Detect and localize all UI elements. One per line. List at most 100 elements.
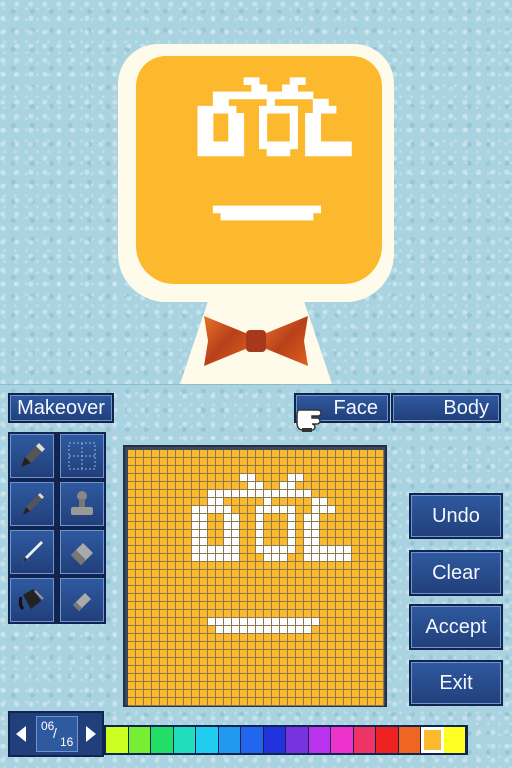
grid-cell[interactable]	[312, 538, 319, 545]
grid-cell[interactable]	[152, 610, 159, 617]
grid-cell[interactable]	[336, 490, 343, 497]
grid-cell[interactable]	[208, 634, 215, 641]
grid-cell[interactable]	[328, 530, 335, 537]
grid-cell[interactable]	[248, 666, 255, 673]
grid-cell[interactable]	[336, 578, 343, 585]
grid-cell[interactable]	[312, 554, 319, 561]
grid-cell[interactable]	[256, 546, 263, 553]
grid-cell[interactable]	[288, 514, 295, 521]
grid-cell[interactable]	[368, 578, 375, 585]
grid-cell[interactable]	[152, 554, 159, 561]
grid-cell[interactable]	[144, 618, 151, 625]
grid-cell[interactable]	[176, 554, 183, 561]
grid-cell[interactable]	[296, 610, 303, 617]
grid-cell[interactable]	[312, 586, 319, 593]
grid-cell[interactable]	[224, 602, 231, 609]
grid-cell[interactable]	[280, 530, 287, 537]
grid-cell[interactable]	[280, 610, 287, 617]
grid-cell[interactable]	[376, 466, 383, 473]
grid-cell[interactable]	[304, 666, 311, 673]
grid-cell[interactable]	[168, 466, 175, 473]
grid-cell[interactable]	[344, 634, 351, 641]
grid-cell[interactable]	[352, 514, 359, 521]
grid-cell[interactable]	[192, 538, 199, 545]
grid-cell[interactable]	[152, 634, 159, 641]
grid-cell[interactable]	[208, 650, 215, 657]
grid-cell[interactable]	[208, 666, 215, 673]
grid-cell[interactable]	[136, 482, 143, 489]
grid-cell[interactable]	[328, 482, 335, 489]
grid-cell[interactable]	[168, 642, 175, 649]
grid-cell[interactable]	[184, 506, 191, 513]
grid-cell[interactable]	[136, 562, 143, 569]
grid-cell[interactable]	[168, 666, 175, 673]
grid-cell[interactable]	[304, 482, 311, 489]
grid-cell[interactable]	[256, 626, 263, 633]
grid-cell[interactable]	[264, 642, 271, 649]
grid-cell[interactable]	[208, 642, 215, 649]
grid-cell[interactable]	[184, 634, 191, 641]
grid-cell[interactable]	[344, 450, 351, 457]
grid-cell[interactable]	[352, 594, 359, 601]
grid-cell[interactable]	[248, 650, 255, 657]
grid-cell[interactable]	[352, 474, 359, 481]
tool-eraser-thin[interactable]	[60, 578, 104, 622]
grid-cell[interactable]	[296, 626, 303, 633]
grid-cell[interactable]	[352, 658, 359, 665]
grid-cell[interactable]	[360, 674, 367, 681]
grid-cell[interactable]	[128, 674, 135, 681]
grid-cell[interactable]	[128, 450, 135, 457]
grid-cell[interactable]	[176, 650, 183, 657]
grid-cell[interactable]	[360, 498, 367, 505]
grid-cell[interactable]	[144, 570, 151, 577]
makeover-tab[interactable]: Makeover	[8, 393, 114, 423]
grid-cell[interactable]	[272, 514, 279, 521]
grid-cell[interactable]	[136, 682, 143, 689]
grid-cell[interactable]	[256, 642, 263, 649]
grid-cell[interactable]	[336, 626, 343, 633]
grid-cell[interactable]	[216, 602, 223, 609]
grid-cell[interactable]	[288, 594, 295, 601]
grid-cell[interactable]	[312, 698, 319, 705]
grid-cell[interactable]	[368, 682, 375, 689]
grid-cell[interactable]	[296, 482, 303, 489]
grid-cell[interactable]	[128, 490, 135, 497]
grid-cell[interactable]	[248, 530, 255, 537]
grid-cell[interactable]	[144, 586, 151, 593]
grid-cell[interactable]	[304, 506, 311, 513]
tool-paint-bucket[interactable]	[10, 578, 54, 622]
grid-cell[interactable]	[184, 546, 191, 553]
grid-cell[interactable]	[160, 682, 167, 689]
grid-cell[interactable]	[192, 666, 199, 673]
grid-cell[interactable]	[296, 578, 303, 585]
grid-cell[interactable]	[208, 450, 215, 457]
grid-cell[interactable]	[280, 458, 287, 465]
grid-cell[interactable]	[288, 570, 295, 577]
grid-cell[interactable]	[360, 514, 367, 521]
grid-cell[interactable]	[144, 690, 151, 697]
color-swatch[interactable]	[196, 727, 219, 753]
grid-cell[interactable]	[128, 698, 135, 705]
grid-cell[interactable]	[256, 570, 263, 577]
grid-cell[interactable]	[320, 602, 327, 609]
grid-cell[interactable]	[224, 458, 231, 465]
grid-cell[interactable]	[344, 650, 351, 657]
grid-cell[interactable]	[208, 490, 215, 497]
grid-cell[interactable]	[200, 626, 207, 633]
grid-cell[interactable]	[160, 530, 167, 537]
grid-cell[interactable]	[296, 562, 303, 569]
grid-cell[interactable]	[168, 546, 175, 553]
grid-cell[interactable]	[184, 482, 191, 489]
grid-cell[interactable]	[144, 554, 151, 561]
grid-cell[interactable]	[304, 490, 311, 497]
grid-cell[interactable]	[312, 618, 319, 625]
grid-cell[interactable]	[160, 690, 167, 697]
grid-cell[interactable]	[136, 554, 143, 561]
grid-cell[interactable]	[304, 626, 311, 633]
grid-cell[interactable]	[312, 570, 319, 577]
grid-cell[interactable]	[152, 570, 159, 577]
grid-cell[interactable]	[168, 538, 175, 545]
grid-cell[interactable]	[352, 554, 359, 561]
tool-pencil-medium[interactable]	[10, 482, 54, 526]
grid-cell[interactable]	[216, 610, 223, 617]
